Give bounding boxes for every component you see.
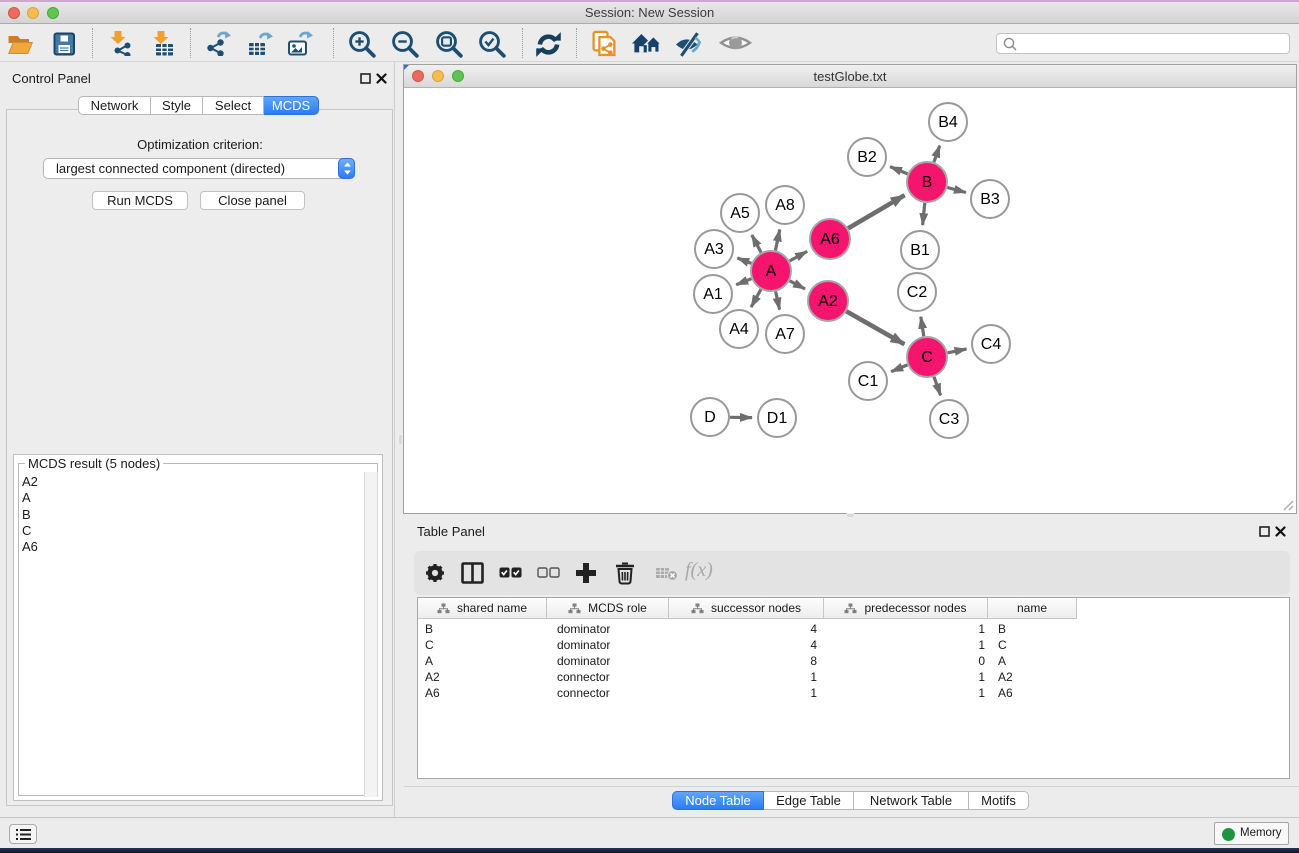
- svg-text:A3: A3: [704, 241, 724, 258]
- svg-text:B3: B3: [980, 191, 1000, 208]
- svg-text:C4: C4: [981, 336, 1002, 353]
- svg-text:A2: A2: [818, 293, 838, 310]
- svg-text:B2: B2: [857, 149, 877, 166]
- svg-text:D: D: [704, 409, 716, 426]
- svg-text:D1: D1: [767, 410, 788, 427]
- svg-text:A5: A5: [730, 205, 750, 222]
- svg-text:B4: B4: [938, 114, 958, 131]
- svg-text:C3: C3: [939, 411, 960, 428]
- svg-text:A7: A7: [775, 326, 795, 343]
- svg-text:A: A: [766, 263, 777, 280]
- svg-text:B: B: [922, 174, 933, 191]
- svg-text:A1: A1: [703, 286, 723, 303]
- svg-text:C: C: [921, 349, 933, 366]
- svg-text:C2: C2: [907, 284, 928, 301]
- svg-text:A8: A8: [775, 197, 795, 214]
- svg-text:B1: B1: [910, 242, 930, 259]
- svg-text:A4: A4: [729, 321, 749, 338]
- svg-text:A6: A6: [820, 231, 840, 248]
- svg-text:C1: C1: [858, 373, 879, 390]
